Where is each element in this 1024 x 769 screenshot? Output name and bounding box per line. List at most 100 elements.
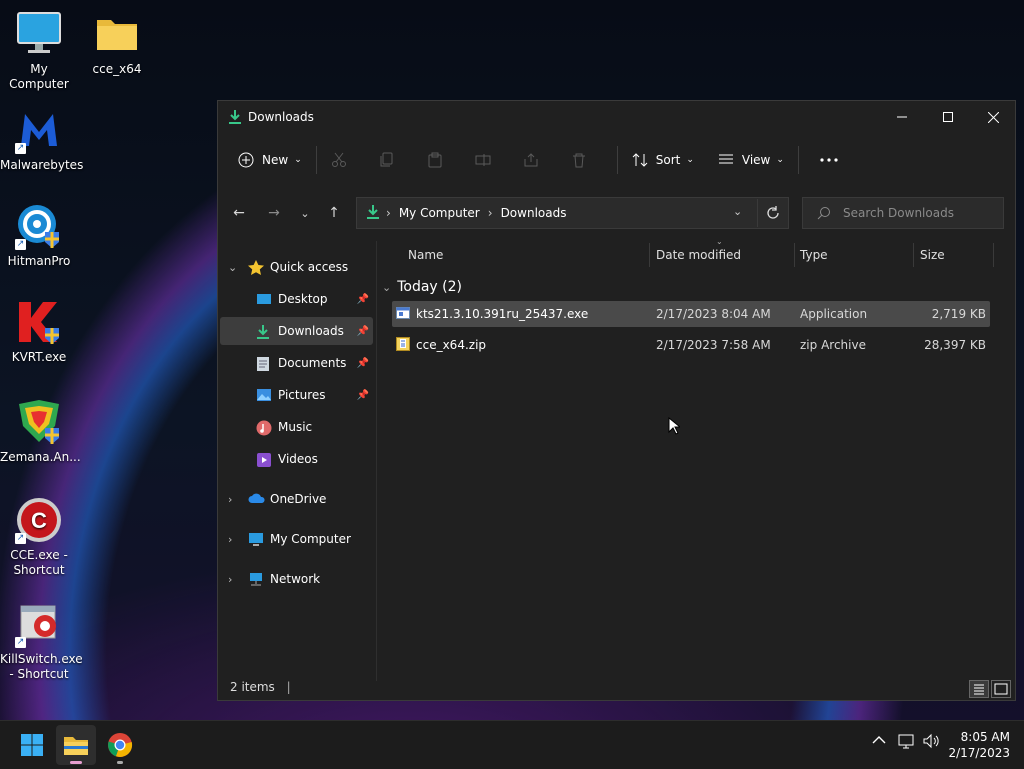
column-header-type[interactable]: Type: [800, 241, 828, 269]
title-bar[interactable]: Downloads: [218, 101, 1015, 133]
copy-icon: [380, 152, 393, 167]
minimize-button[interactable]: [879, 101, 925, 133]
back-button[interactable]: ←: [224, 197, 254, 229]
desktop-icon-zemana[interactable]: Zemana.An...: [0, 398, 81, 465]
nav-item-desktop[interactable]: Desktop 📌: [220, 285, 373, 313]
nav-item-downloads[interactable]: Downloads 📌: [220, 317, 373, 345]
nav-label: Pictures: [278, 388, 326, 402]
desktop-icon: [256, 292, 272, 306]
desktop-icon-label: Zemana.An...: [0, 450, 81, 464]
column-separator[interactable]: [649, 243, 650, 267]
column-header-label: Size: [920, 248, 945, 262]
desktop-icon-cce-shortcut[interactable]: C ↗ CCE.exe - Shortcut: [0, 496, 78, 578]
new-button[interactable]: New ⌄: [230, 144, 310, 176]
network-icon: [248, 572, 264, 586]
address-bar[interactable]: › My Computer › Downloads ⌄: [356, 197, 789, 229]
ellipsis-icon: [820, 158, 838, 162]
desktop-icon-malwarebytes[interactable]: ↗ Malwarebytes: [0, 106, 83, 173]
documents-icon: [256, 356, 272, 371]
chevron-down-icon: ⌄: [294, 155, 302, 165]
nav-label: OneDrive: [270, 492, 327, 506]
paste-button[interactable]: [419, 144, 467, 176]
search-box[interactable]: Search Downloads: [802, 197, 1004, 229]
running-indicator: [117, 761, 123, 764]
desktop-icon-my-computer[interactable]: My Computer: [0, 10, 78, 92]
column-header-label: Date modified: [656, 248, 742, 262]
taskbar-chrome-button[interactable]: [100, 725, 140, 765]
volume-tray-icon[interactable]: [922, 733, 940, 753]
breadcrumb-separator-icon: ›: [487, 206, 493, 220]
taskbar: 8:05 AM 2/17/2023: [0, 720, 1024, 769]
chevron-down-icon: ⌄: [300, 206, 310, 220]
file-row[interactable]: cce_x64.zip 2/17/2023 7:58 AM zip Archiv…: [392, 332, 990, 358]
nav-item-onedrive[interactable]: › OneDrive: [220, 485, 373, 513]
forward-button[interactable]: →: [259, 197, 289, 229]
more-options-button[interactable]: [805, 144, 853, 176]
sort-indicator-icon: ⌄: [716, 237, 723, 246]
taskbar-file-explorer-button[interactable]: [56, 725, 96, 765]
malwarebytes-icon: ↗: [15, 106, 63, 154]
nav-item-music[interactable]: Music: [220, 413, 373, 441]
column-header-label: Name: [408, 248, 444, 262]
svg-text:C: C: [31, 508, 47, 533]
chrome-icon: [108, 733, 133, 758]
folder-icon: [93, 10, 141, 58]
pin-icon: 📌: [356, 293, 369, 305]
details-view-icon: [974, 684, 984, 695]
file-name: cce_x64.zip: [416, 338, 487, 352]
start-button[interactable]: [12, 725, 52, 765]
toolbar-separator: [616, 146, 618, 174]
download-icon: [366, 204, 380, 223]
up-button[interactable]: ↑: [319, 197, 349, 229]
share-icon: [524, 153, 538, 167]
column-separator[interactable]: [913, 243, 914, 267]
videos-icon: [256, 452, 272, 467]
recent-locations-button[interactable]: ⌄: [290, 197, 320, 229]
nav-label: Videos: [278, 452, 318, 466]
nav-quick-access[interactable]: ⌄ Quick access: [220, 253, 373, 281]
nav-item-pictures[interactable]: Pictures 📌: [220, 381, 373, 409]
share-button[interactable]: [515, 144, 563, 176]
desktop-icon-killswitch[interactable]: ↗ KillSwitch.exe - Shortcut: [0, 600, 83, 682]
arrow-up-icon: ↑: [328, 205, 340, 221]
column-separator[interactable]: [794, 243, 795, 267]
breadcrumb-my-computer[interactable]: My Computer: [399, 206, 480, 220]
nav-item-videos[interactable]: Videos: [220, 445, 373, 473]
column-separator[interactable]: [993, 243, 994, 267]
maximize-button[interactable]: [925, 101, 971, 133]
cce-icon: C ↗: [15, 496, 63, 544]
sort-button[interactable]: Sort ⌄: [624, 144, 702, 176]
file-size: 2,719 KB: [931, 307, 986, 321]
desktop-icon-cce-x64[interactable]: cce_x64: [78, 10, 156, 77]
desktop-icon-kvrt[interactable]: KVRT.exe: [0, 298, 78, 365]
copy-button[interactable]: [371, 144, 419, 176]
clock[interactable]: 8:05 AM 2/17/2023: [948, 729, 1010, 761]
group-header-today[interactable]: ⌄ Today (2): [382, 279, 462, 295]
nav-item-my-computer[interactable]: › My Computer: [220, 525, 373, 553]
nav-label: Quick access: [270, 260, 349, 274]
rename-button[interactable]: [467, 144, 515, 176]
refresh-button[interactable]: [757, 199, 788, 227]
show-hidden-icons-button[interactable]: [872, 733, 886, 749]
nav-item-network[interactable]: › Network: [220, 565, 373, 593]
column-header-date-modified[interactable]: Date modified ⌄: [656, 237, 742, 269]
trash-icon: [572, 153, 585, 168]
column-header-name[interactable]: Name: [408, 241, 443, 269]
navigation-row: ← → ⌄ ↑ › My Computer › Downloads ⌄ Sear…: [218, 197, 1015, 231]
network-tray-icon[interactable]: [898, 733, 916, 753]
delete-button[interactable]: [563, 144, 611, 176]
cut-button[interactable]: [323, 144, 371, 176]
address-dropdown-button[interactable]: ⌄: [733, 205, 742, 218]
file-row[interactable]: kts21.3.10.391ru_25437.exe 2/17/2023 8:0…: [392, 301, 990, 327]
mouse-cursor-icon: [668, 417, 680, 435]
toolbar-separator: [797, 146, 799, 174]
view-button[interactable]: View ⌄: [710, 144, 792, 176]
nav-item-documents[interactable]: Documents 📌: [220, 349, 373, 377]
column-header-size[interactable]: Size: [920, 241, 945, 269]
desktop-icon-hitmanpro[interactable]: ↗ HitmanPro: [0, 202, 78, 269]
tiles-view-button[interactable]: [991, 680, 1011, 698]
close-button[interactable]: [970, 101, 1016, 133]
details-view-button[interactable]: [969, 680, 989, 698]
breadcrumb-downloads[interactable]: Downloads: [501, 206, 567, 220]
command-bar: New ⌄ Sort ⌄ View ⌄: [218, 137, 1015, 183]
